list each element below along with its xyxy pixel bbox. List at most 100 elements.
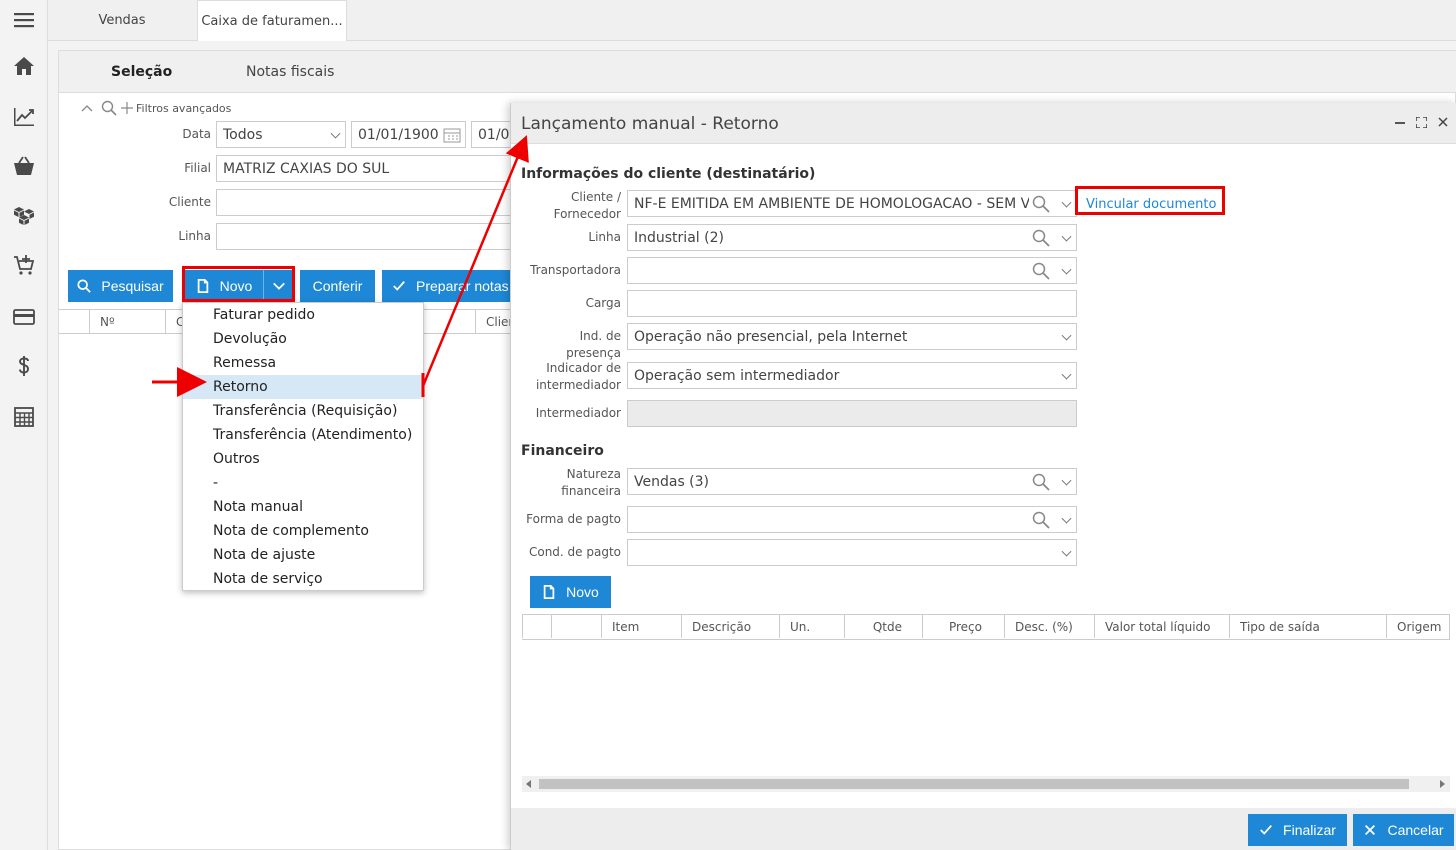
col-header-tipo-saida[interactable]: Tipo de saída <box>1229 615 1386 638</box>
top-tab-bar: Vendas Caixa de faturamen... <box>48 0 1456 41</box>
tab-selecao[interactable]: Seleção <box>111 51 172 93</box>
chevron-down-icon[interactable] <box>1061 475 1072 486</box>
chevron-down-icon[interactable] <box>1061 264 1072 275</box>
transportadora-input[interactable] <box>627 257 1077 284</box>
col-header-descricao[interactable]: Descrição <box>681 615 779 638</box>
left-sidebar <box>0 0 48 850</box>
search-icon[interactable] <box>1032 473 1050 491</box>
col-header-desc[interactable]: Desc. (%) <box>1004 615 1094 638</box>
conferir-button[interactable]: Conferir <box>300 270 375 302</box>
carga-input[interactable] <box>627 290 1077 317</box>
menu-item-devolucao[interactable]: Devolução <box>183 327 423 351</box>
maximize-icon[interactable] <box>1416 117 1427 128</box>
menu-item-outros[interactable]: Outros <box>183 447 423 471</box>
modal-linha-input[interactable]: Industrial (2) <box>627 224 1077 251</box>
cliente-label: Cliente <box>168 195 211 209</box>
cart-plus-icon[interactable] <box>0 245 47 285</box>
search-icon[interactable] <box>1032 229 1050 247</box>
file-icon <box>543 585 555 599</box>
cliente-fornecedor-input[interactable]: NF-E EMITIDA EM AMBIENTE DE HOMOLOGACAO … <box>627 190 1077 217</box>
chevron-down-icon[interactable] <box>1061 513 1072 524</box>
scroll-left-icon[interactable] <box>526 780 532 788</box>
data-select[interactable]: Todos <box>216 121 346 148</box>
menu-item-nota-servico[interactable]: Nota de serviço <box>183 567 423 591</box>
col-header-un[interactable]: Un. <box>779 615 844 638</box>
card-icon[interactable] <box>0 297 47 337</box>
close-icon[interactable] <box>1438 117 1448 127</box>
linha-label: Linha <box>178 229 211 243</box>
menu-item-retorno[interactable]: Retorno <box>183 375 423 399</box>
col-header-preco[interactable]: Preço <box>922 615 1004 638</box>
menu-item-remessa[interactable]: Remessa <box>183 351 423 375</box>
presenca-select[interactable]: Operação não presencial, pela Internet <box>627 323 1077 350</box>
chevron-down-icon <box>330 128 341 139</box>
calculator-icon[interactable] <box>0 397 47 437</box>
modal-linha-label: Linha <box>588 230 621 244</box>
intermediador-input <box>627 400 1077 427</box>
indicador-intermediador-label: Indicador de intermediador <box>535 361 621 392</box>
calendar-icon[interactable] <box>443 127 461 143</box>
search-icon[interactable] <box>1032 195 1050 213</box>
data-label: Data <box>182 127 211 141</box>
check-icon <box>393 281 405 291</box>
home-icon[interactable] <box>0 46 47 86</box>
col-header-origem[interactable]: Origem <box>1386 615 1449 638</box>
horizontal-scrollbar[interactable] <box>522 776 1450 792</box>
basket-icon[interactable] <box>0 146 47 186</box>
pesquisar-button[interactable]: Pesquisar <box>68 270 173 302</box>
advanced-filters-toggle[interactable]: Filtros avançados <box>81 100 231 116</box>
novo-dropdown-menu: Faturar pedido Devolução Remessa Retorno… <box>182 302 424 591</box>
transportadora-label: Transportadora <box>530 263 621 277</box>
tab-caixa-faturamento[interactable]: Caixa de faturamen... <box>197 0 347 41</box>
menu-item-transferencia-requisicao[interactable]: Transferência (Requisição) <box>183 399 423 423</box>
modal-footer: Finalizar Cancelar <box>511 808 1456 850</box>
search-icon[interactable] <box>1032 262 1050 280</box>
dollar-icon[interactable] <box>0 346 47 386</box>
col-header-cliente[interactable]: Clier <box>475 310 511 333</box>
col-header-qtde[interactable]: Qtde <box>844 615 922 638</box>
novo-button[interactable]: Novo <box>184 270 264 302</box>
finalizar-button[interactable]: Finalizar <box>1248 814 1347 846</box>
section-client-title: Informações do cliente (destinatário) <box>521 166 816 182</box>
menu-item-nota-ajuste[interactable]: Nota de ajuste <box>183 543 423 567</box>
modal-novo-button[interactable]: Novo <box>530 576 611 608</box>
tab-notas-fiscais[interactable]: Notas fiscais <box>246 51 334 93</box>
col-header-item[interactable]: Item <box>601 615 681 638</box>
chevron-down-icon <box>273 282 285 290</box>
indicador-intermediador-select[interactable]: Operação sem intermediador <box>627 362 1077 389</box>
chart-icon[interactable] <box>0 97 47 137</box>
cliente-input[interactable] <box>216 189 536 216</box>
tab-vendas[interactable]: Vendas <box>48 0 196 41</box>
chevron-down-icon <box>1061 330 1072 341</box>
modal-header: Lançamento manual - Retorno <box>511 103 1456 144</box>
novo-dropdown-toggle[interactable] <box>263 270 294 302</box>
minimize-icon[interactable] <box>1395 117 1405 127</box>
linha-input[interactable] <box>216 223 536 250</box>
preparar-notas-button[interactable]: Preparar notas <box>382 270 514 302</box>
col-header-valor-total[interactable]: Valor total líquido <box>1094 615 1229 638</box>
vincular-documento-link[interactable]: Vincular documento <box>1078 193 1224 215</box>
menu-icon[interactable] <box>0 0 47 40</box>
date-from-input[interactable]: 01/01/1900 <box>351 121 466 148</box>
menu-item-faturar-pedido[interactable]: Faturar pedido <box>183 303 423 327</box>
chevron-down-icon[interactable] <box>1061 197 1072 208</box>
menu-item-transferencia-atendimento[interactable]: Transferência (Atendimento) <box>183 423 423 447</box>
boxes-icon[interactable] <box>0 196 47 236</box>
section-financeiro-title: Financeiro <box>521 443 604 459</box>
menu-item-nota-complemento[interactable]: Nota de complemento <box>183 519 423 543</box>
search-icon[interactable] <box>1032 511 1050 529</box>
forma-pagto-input[interactable] <box>627 506 1077 533</box>
chevron-down-icon[interactable] <box>1061 231 1072 242</box>
menu-item-nota-manual[interactable]: Nota manual <box>183 495 423 519</box>
scrollbar-thumb[interactable] <box>539 779 1409 789</box>
col-header-actions[interactable] <box>551 615 601 638</box>
cancelar-button[interactable]: Cancelar <box>1353 814 1454 846</box>
col-header-no[interactable]: Nº <box>89 310 165 333</box>
filial-input[interactable]: MATRIZ CAXIAS DO SUL <box>216 155 536 182</box>
col-header-select[interactable] <box>522 615 551 638</box>
search-icon <box>77 279 92 293</box>
cond-pagto-select[interactable] <box>627 539 1077 566</box>
scroll-right-icon[interactable] <box>1439 780 1445 788</box>
natureza-input[interactable]: Vendas (3) <box>627 468 1077 495</box>
lancamento-manual-modal: Lançamento manual - Retorno Informações … <box>510 103 1456 850</box>
